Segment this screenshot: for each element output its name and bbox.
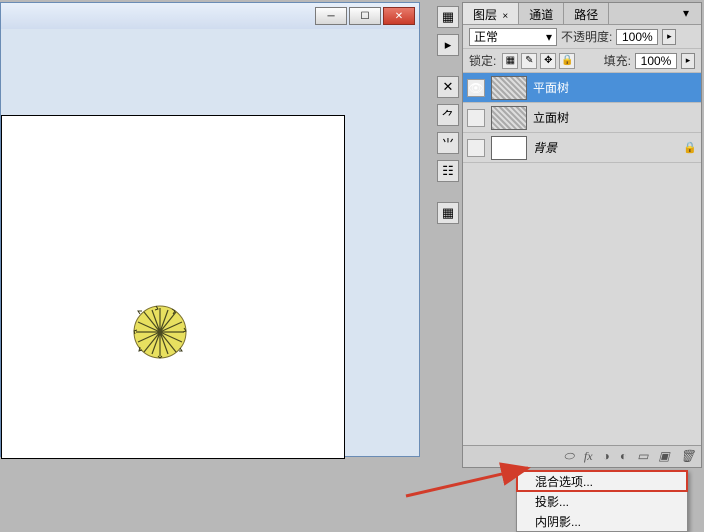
panel-tabs: 图层 × 通道 路径 ▾ [463,3,701,25]
canvas[interactable] [1,115,345,459]
fill-label: 填充: [604,52,631,69]
layer-row[interactable]: 立面树 [463,103,701,133]
toolbar-button-2[interactable]: ▸ [437,34,459,56]
lock-icon: 🔒 [683,141,697,154]
tab-layers[interactable]: 图层 × [463,3,519,24]
layer-name[interactable]: 平面树 [533,79,697,96]
lock-label: 锁定: [469,52,496,69]
lock-fill-row: 锁定: ▦ ✎ ✥ 🔒 填充: 100% ▸ [463,49,701,73]
layers-empty-area[interactable] [463,163,701,419]
visibility-toggle[interactable] [467,139,485,157]
link-icon[interactable]: ⬭ [564,449,574,464]
chevron-down-icon: ▾ [546,30,552,44]
toolbar-button-1[interactable]: ▦ [437,6,459,28]
layer-thumbnail[interactable] [491,136,527,160]
layers-panel: 图层 × 通道 路径 ▾ 正常 ▾ 不透明度: 100% ▸ 锁定: ▦ ✎ ✥… [462,2,702,468]
layer-row[interactable]: 👁 平面树 [463,73,701,103]
blend-mode-select[interactable]: 正常 ▾ [469,28,557,46]
toolbar-button-6[interactable]: ☷ [437,160,459,182]
lock-paint-icon[interactable]: ✎ [521,53,537,69]
layer-name[interactable]: 背景 [533,139,677,156]
maximize-button[interactable]: ☐ [349,7,381,25]
lock-icons: ▦ ✎ ✥ 🔒 [502,53,575,69]
toolbar-button-5[interactable]: ⺌ [437,132,459,154]
lock-all-icon[interactable]: 🔒 [559,53,575,69]
toolbar-button-4[interactable]: ⺈ [437,104,459,126]
group-icon[interactable]: ▭ [637,449,648,464]
fill-value[interactable]: 100% [635,53,677,69]
opacity-label: 不透明度: [561,28,612,45]
opacity-arrow[interactable]: ▸ [662,29,676,45]
menu-inner-shadow[interactable]: 内阴影... [517,511,687,531]
close-button[interactable]: ✕ [383,7,415,25]
menu-blending-options[interactable]: 混合选项... [517,471,687,491]
layer-thumbnail[interactable] [491,106,527,130]
titlebar: ─ ☐ ✕ [1,3,419,29]
visibility-toggle[interactable] [467,109,485,127]
lock-move-icon[interactable]: ✥ [540,53,556,69]
panel-footer: ⬭ fx ◑ ◐ ▭ ▣ 🗑 [463,445,701,467]
new-layer-icon[interactable]: ▣ [658,449,669,464]
mask-icon[interactable]: ◑ [603,449,610,464]
opacity-value[interactable]: 100% [616,29,658,45]
toolbar-button-7[interactable]: ▦ [437,202,459,224]
adjustment-icon[interactable]: ◐ [620,449,627,464]
tab-label: 图层 [473,8,497,22]
blend-opacity-row: 正常 ▾ 不透明度: 100% ▸ [463,25,701,49]
toolbar-button-3[interactable]: ✕ [437,76,459,98]
visibility-toggle[interactable]: 👁 [467,79,485,97]
side-toolbar: ▦ ▸ ✕ ⺈ ⺌ ☷ ▦ [437,2,461,224]
tab-channels[interactable]: 通道 [519,3,564,24]
tab-paths[interactable]: 路径 [564,3,609,24]
lock-transparency-icon[interactable]: ▦ [502,53,518,69]
document-window: ─ ☐ ✕ [0,2,420,457]
fill-arrow[interactable]: ▸ [681,53,695,69]
layer-row[interactable]: 背景 🔒 [463,133,701,163]
layer-name[interactable]: 立面树 [533,109,697,126]
layers-list: 👁 平面树 立面树 背景 🔒 [463,73,701,419]
blend-mode-value: 正常 [474,28,498,45]
minimize-button[interactable]: ─ [315,7,347,25]
menu-drop-shadow[interactable]: 投影... [517,491,687,511]
layer-thumbnail[interactable] [491,76,527,100]
trash-icon[interactable]: 🗑 [680,449,695,464]
fx-icon[interactable]: fx [584,449,593,464]
panel-menu-icon[interactable]: ▾ [683,6,697,20]
tree-graphic [132,304,188,360]
tab-close-icon[interactable]: × [502,11,508,22]
